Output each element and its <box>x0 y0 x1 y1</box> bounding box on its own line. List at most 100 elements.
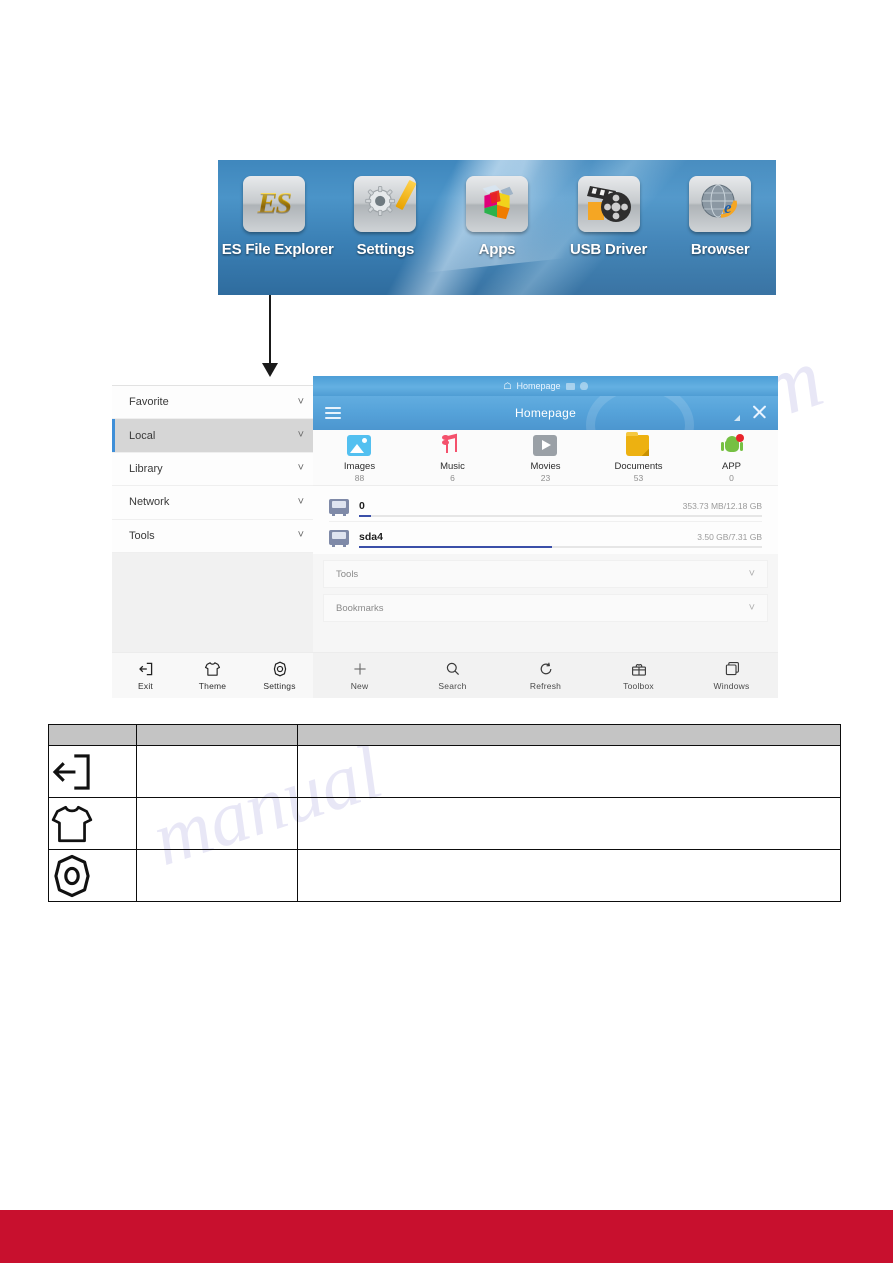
chevron-down-icon: ˅ <box>748 568 755 580</box>
section-bookmarks[interactable]: Bookmarks ˅ <box>323 594 768 622</box>
toolbar-button-label: Toolbox <box>623 680 654 691</box>
toolbar-left-group: Exit Theme Settings <box>112 661 313 691</box>
tshirt-icon <box>204 661 221 678</box>
storage-row-0[interactable]: 0 353.73 MB/12.18 GB <box>313 491 778 521</box>
toolbar-button-exit[interactable]: Exit <box>112 661 179 691</box>
category-count: 88 <box>354 473 365 483</box>
toolbar-button-label: Search <box>438 680 467 691</box>
legend-cell-exit-icon <box>48 745 137 798</box>
launcher-app-es-file-explorer[interactable]: ES ES File Explorer <box>222 172 334 258</box>
bottom-toolbar: Exit Theme Settings New Search Refresh T… <box>112 652 778 698</box>
legend-header-name-col <box>136 724 298 746</box>
annotation-arrow-head <box>262 363 278 377</box>
section-tools[interactable]: Tools ˅ <box>323 560 768 588</box>
gear-icon <box>365 186 396 216</box>
sidebar-empty-area <box>112 552 314 661</box>
storage-name: 0 <box>359 500 365 512</box>
refresh-icon <box>538 661 554 678</box>
sd-card-icon <box>329 498 349 516</box>
launcher-app-browser[interactable]: e Browser <box>668 172 772 258</box>
launcher-app-settings[interactable]: Settings <box>333 172 437 258</box>
section-label: Tools <box>336 568 359 580</box>
music-note-icon <box>440 433 466 459</box>
toolbar-button-settings[interactable]: Settings <box>246 661 313 691</box>
table-row <box>48 797 841 850</box>
storage-size: 3.50 GB/7.31 GB <box>697 532 762 542</box>
toolbar-button-theme[interactable]: Theme <box>179 661 246 691</box>
page-title: Homepage <box>514 406 577 420</box>
footer-bar <box>0 1210 893 1263</box>
sidebar-item-label: Network <box>129 496 170 509</box>
film-reel-icon <box>586 186 631 222</box>
chevron-down-icon: ˅ <box>297 495 304 508</box>
tab-homepage-label[interactable]: Homepage <box>517 381 561 391</box>
category-count: 23 <box>540 473 551 483</box>
toolbar-button-new[interactable]: New <box>313 653 406 698</box>
category-movies[interactable]: Movies 23 <box>499 435 592 483</box>
android-icon <box>719 434 745 459</box>
sidebar-item-favorite[interactable]: Favorite ˅ <box>112 386 314 420</box>
storage-list: 0 353.73 MB/12.18 GB sda4 3.50 GB/7.31 G… <box>313 486 778 554</box>
category-images[interactable]: Images 88 <box>313 435 406 483</box>
image-icon <box>346 435 373 459</box>
chevron-down-icon: ˅ <box>297 462 304 475</box>
toolbar-button-label: Exit <box>138 680 153 691</box>
storage-row-sda4[interactable]: sda4 3.50 GB/7.31 GB <box>313 522 778 552</box>
tab-extra-icon-1 <box>565 382 575 390</box>
home-icon: ☖ <box>503 380 512 391</box>
legend-cell-description <box>297 849 841 902</box>
sidebar-list: Favorite ˅ Local ˅ Library ˅ Network ˅ T… <box>112 386 314 661</box>
category-count: 53 <box>633 473 644 483</box>
explorer-main-panel: ☖ Homepage Homepage Images 88 Music 6 Mo… <box>313 376 778 698</box>
sidebar-item-library[interactable]: Library ˅ <box>112 452 314 487</box>
toolbar-button-search[interactable]: Search <box>406 653 499 698</box>
toolbar-right-group: New Search Refresh Toolbox Windows <box>313 653 778 698</box>
toolbar-button-refresh[interactable]: Refresh <box>499 653 592 698</box>
category-label: Images <box>343 461 376 472</box>
app-tile: e <box>689 176 752 232</box>
sidebar-item-network[interactable]: Network ˅ <box>112 486 314 520</box>
sidebar-item-label: Tools <box>129 529 155 542</box>
legend-cell-name <box>136 797 298 850</box>
legend-header-desc-col <box>297 724 841 746</box>
launcher-app-apps[interactable]: Apps <box>445 172 549 258</box>
category-music[interactable]: Music 6 <box>406 433 499 483</box>
launcher-bar: ES ES File Explorer Settings Apps USB Dr… <box>218 160 776 295</box>
section-label: Bookmarks <box>336 602 384 614</box>
toolbar-button-label: New <box>350 680 369 691</box>
toolbar-button-label: Settings <box>263 680 296 691</box>
category-label: Music <box>440 461 465 472</box>
category-app[interactable]: APP 0 <box>685 434 778 483</box>
launcher-app-label: Browser <box>690 241 750 258</box>
category-label: Movies <box>530 461 561 472</box>
es-file-explorer-icon: ES <box>243 186 305 220</box>
toolbar-button-toolbox[interactable]: Toolbox <box>592 653 685 698</box>
exit-icon <box>138 661 154 678</box>
storage-size: 353.73 MB/12.18 GB <box>682 501 762 511</box>
storage-progress-track <box>359 515 762 517</box>
sidebar-item-local[interactable]: Local ˅ <box>112 419 314 453</box>
category-documents[interactable]: Documents 53 <box>592 432 685 483</box>
svg-text:e: e <box>724 198 732 217</box>
legend-table-header-row <box>48 724 841 746</box>
folder-icon <box>625 432 652 459</box>
tab-extra-icon-2 <box>579 382 588 390</box>
legend-cell-description <box>297 797 841 850</box>
window-icon <box>724 661 740 678</box>
close-icon[interactable] <box>750 403 768 421</box>
sidebar-item-label: Favorite <box>129 396 169 409</box>
category-label: Documents <box>614 461 663 472</box>
cube-icon <box>482 184 514 220</box>
launcher-app-label: Apps <box>478 241 516 258</box>
storage-progress-fill <box>359 515 372 517</box>
toolbar-button-windows[interactable]: Windows <box>685 653 778 698</box>
sidebar-item-tools[interactable]: Tools ˅ <box>112 519 314 553</box>
legend-cell-name <box>136 849 298 902</box>
toolbar-button-label: Windows <box>713 680 750 691</box>
launcher-app-label: USB Driver <box>569 241 648 258</box>
legend-cell-description <box>297 745 841 798</box>
chevron-down-icon: ˅ <box>297 395 304 408</box>
app-tile <box>465 176 528 232</box>
legend-header-icon-col <box>48 724 137 746</box>
launcher-app-usb-driver[interactable]: USB Driver <box>557 172 661 258</box>
